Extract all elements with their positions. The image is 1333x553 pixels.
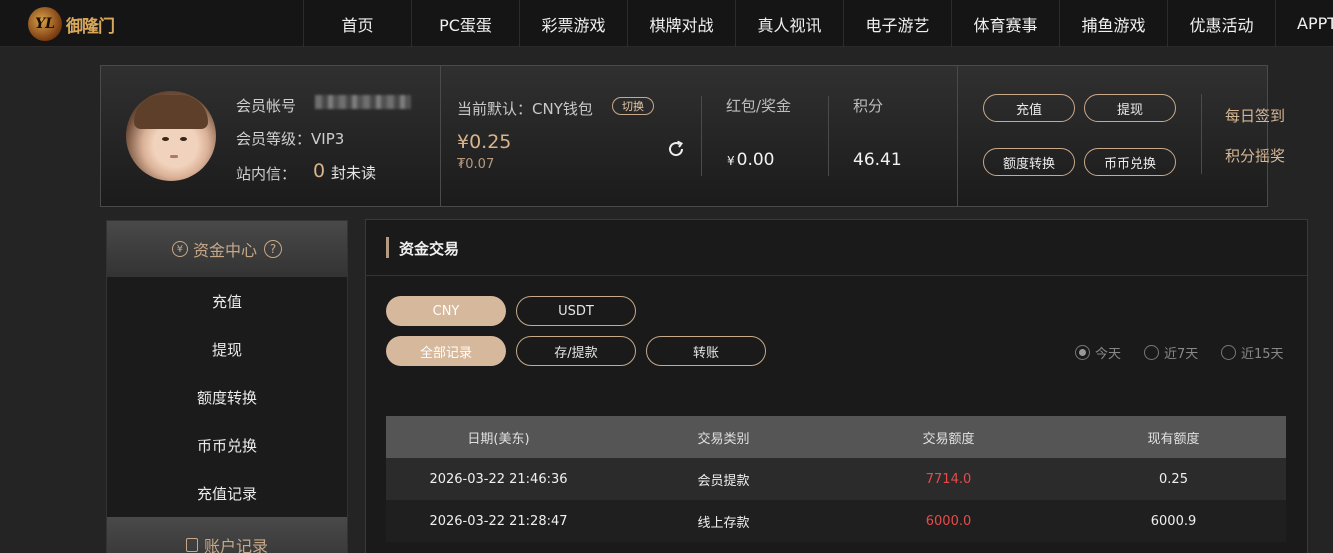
nav-app[interactable]: APPT [1275,0,1333,47]
logo-text: 御隆门 [66,16,115,37]
account-records-title: 账户记录 [203,537,268,553]
tab-usdt[interactable]: USDT [516,296,636,326]
panel-title: 资金交易 [399,240,460,258]
card-divider [440,66,441,206]
nav-pc-eggs[interactable]: PC蛋蛋 [411,0,519,47]
card-divider [828,96,829,176]
daily-checkin-link[interactable]: 每日签到 [1225,105,1285,126]
nav-promotions[interactable]: 优惠活动 [1167,0,1275,47]
cell-balance: 0.25 [1159,471,1188,487]
bonus-currency: ¥ [727,154,735,168]
tab-transfer[interactable]: 转账 [646,336,766,366]
table-row: 2026-03-22 21:46:36 会员提款 7714.0 0.25 [386,458,1286,500]
help-icon[interactable]: ? [264,240,282,258]
top-navbar: YL 御隆门 首页 PC蛋蛋 彩票游戏 棋牌对战 真人视讯 电子游艺 体育赛事 … [0,0,1333,47]
radio-icon [1144,345,1159,360]
col-amount: 交易额度 [922,431,975,447]
sidebar-item-transfer[interactable]: 额度转换 [107,373,347,421]
bonus-amount: 0.00 [736,150,775,170]
table-header: 日期(美东) 交易类别 交易额度 现有额度 [386,416,1286,458]
col-balance: 现有额度 [1147,431,1200,447]
nav-chess-cards[interactable]: 棋牌对战 [627,0,735,47]
panel-divider [366,275,1307,276]
radio-selected-icon [1075,345,1090,360]
radio-icon [1221,345,1236,360]
inbox-label: 站内信： [236,165,297,183]
table-row: 2026-03-22 21:28:47 线上存款 6000.0 6000.9 [386,500,1286,542]
fund-center-title: 资金中心 [192,241,257,260]
yen-icon: ¥ [171,241,188,257]
card-divider [701,96,702,176]
switch-wallet-button[interactable]: 切换 [612,97,654,115]
sidebar-item-deposit-records[interactable]: 充值记录 [107,469,347,517]
tab-deposit-withdraw[interactable]: 存/提款 [516,336,636,366]
filter-today-label: 今天 [1095,347,1122,362]
current-wallet-label: 当前默认：CNY钱包 [457,100,593,118]
nav-live-casino[interactable]: 真人视讯 [735,0,843,47]
filter-15days-label: 近15天 [1241,347,1284,362]
tab-cny[interactable]: CNY [386,296,506,326]
bonus-value: ¥0.00 [727,150,775,170]
card-divider [957,66,958,206]
unread-suffix[interactable]: 封未读 [331,162,376,183]
sidebar-item-deposit[interactable]: 充值 [107,277,347,325]
main-nav: 首页 PC蛋蛋 彩票游戏 棋牌对战 真人视讯 电子游艺 体育赛事 捕鱼游戏 优惠… [303,0,1333,47]
cell-amount: 6000.0 [925,513,972,529]
deposit-button[interactable]: 充值 [983,94,1075,122]
cell-balance: 6000.9 [1150,513,1197,529]
withdraw-button[interactable]: 提现 [1084,94,1176,122]
account-label: 会员帐号 [236,97,297,115]
card-divider [1201,94,1202,174]
wallet-balance-usdt: ₮0.07 [457,157,495,172]
cell-date: 2026-03-22 21:46:36 [429,471,568,487]
points-value: 46.41 [853,150,902,170]
logo-mark: YL [28,7,62,41]
account-id-blurred [315,95,411,109]
fund-sidebar: ¥ 资金中心 ? 充值 提现 额度转换 币币兑换 充值记录 账户记录 [106,220,348,553]
unread-count[interactable]: 0 [313,160,325,182]
filter-today[interactable]: 今天 [1075,343,1121,362]
tab-all-records[interactable]: 全部记录 [386,336,506,366]
nav-home[interactable]: 首页 [303,0,411,47]
nav-slots[interactable]: 电子游艺 [843,0,951,47]
filter-15days[interactable]: 近15天 [1221,343,1284,362]
title-accent-bar [386,237,389,258]
refresh-icon[interactable] [666,139,686,159]
avatar[interactable] [126,91,216,181]
cell-type: 会员提款 [697,473,750,489]
account-records-header[interactable]: 账户记录 [107,517,347,553]
filter-7days-label: 近7天 [1164,347,1199,362]
fund-center-header[interactable]: ¥ 资金中心 ? [107,221,347,277]
cell-amount: 7714.0 [925,471,972,487]
col-date: 日期(美东) [467,431,530,447]
member-level-label: 会员等级： [236,130,312,148]
sidebar-item-withdraw[interactable]: 提现 [107,325,347,373]
points-label: 积分 [853,97,884,115]
nav-sports[interactable]: 体育赛事 [951,0,1059,47]
cell-type: 线上存款 [697,515,750,531]
wallet-balance: ¥0.25 [457,131,512,153]
exchange-button[interactable]: 币币兑换 [1084,148,1176,176]
transactions-table: 日期(美东) 交易类别 交易额度 现有额度 2026-03-22 21:46:3… [386,416,1286,542]
member-level-value: VIP3 [311,130,345,148]
site-logo[interactable]: YL 御隆门 [28,6,128,42]
cell-date: 2026-03-22 21:28:47 [429,513,568,529]
sidebar-item-exchange[interactable]: 币币兑换 [107,421,347,469]
transfer-button[interactable]: 额度转换 [983,148,1075,176]
filter-7days[interactable]: 近7天 [1144,343,1198,362]
document-icon [185,538,198,552]
nav-fishing[interactable]: 捕鱼游戏 [1059,0,1167,47]
bonus-label: 红包/奖金 [726,97,792,115]
col-type: 交易类别 [697,431,750,447]
nav-lottery[interactable]: 彩票游戏 [519,0,627,47]
points-lottery-link[interactable]: 积分摇奖 [1225,145,1285,166]
member-level: 会员等级：VIP3 [236,128,344,149]
